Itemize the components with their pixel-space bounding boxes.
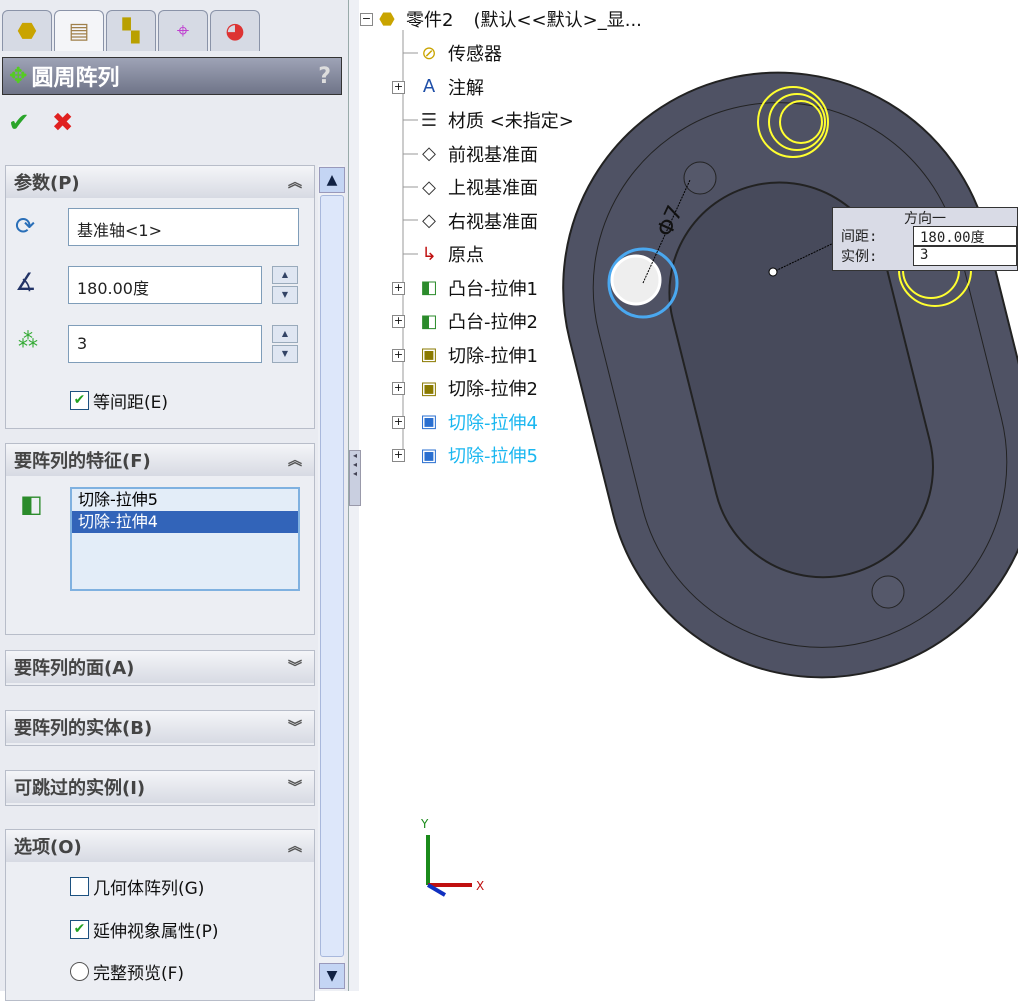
callout-spacing-value[interactable]: 180.00度 <box>913 226 1017 246</box>
tree-item-label: 注解 <box>448 77 484 99</box>
tree-item-label: 前视基准面 <box>448 144 538 166</box>
tree-item[interactable]: ☰ 材质 <未指定> <box>416 105 574 135</box>
material-icon: ☰ <box>420 109 438 131</box>
boss-extrude-icon: ◧ <box>420 310 438 332</box>
tree-item[interactable]: A 注解 <box>416 72 484 102</box>
tree-item-label: 切除-拉伸1 <box>448 345 538 367</box>
instances-label: 实例: <box>841 249 878 265</box>
triad-y-label: Y <box>420 817 429 831</box>
tree-root-config: (默认<<默认>_显... <box>473 10 642 31</box>
callout-instances-value[interactable]: 3 <box>913 246 1017 266</box>
tree-item-label: 传感器 <box>448 44 502 65</box>
tree-item[interactable]: ↳ 原点 <box>416 239 484 269</box>
cut-extrude-icon: ▣ <box>420 411 438 432</box>
tree-root[interactable]: ⬣ 零件2 (默认<<默认>_显... <box>374 4 642 34</box>
tree-item-label: 切除-拉伸2 <box>448 379 538 400</box>
tree-item-label: 切除-拉伸5 <box>448 446 538 467</box>
cut-extrude-icon: ▣ <box>420 344 438 365</box>
spacing-label: 间距: <box>841 229 878 245</box>
tree-item-label: 凸台-拉伸2 <box>448 312 538 333</box>
triad: Y X <box>420 817 484 897</box>
tree-item-label: 原点 <box>448 245 484 266</box>
expand-toggle[interactable]: + <box>392 415 405 429</box>
triad-x-label: X <box>476 879 484 893</box>
expand-toggle[interactable]: + <box>392 348 405 362</box>
expand-toggle[interactable]: + <box>392 281 405 295</box>
tree-item-label: 凸台-拉伸1 <box>448 278 538 300</box>
tree-root-label: 零件2 <box>406 10 454 31</box>
tree-item[interactable]: ◇ 前视基准面 <box>416 139 538 169</box>
part-model <box>562 71 1018 679</box>
tree-item[interactable]: ◧ 凸台-拉伸1 <box>416 273 538 303</box>
tree-item[interactable]: ⊘ 传感器 <box>416 38 502 68</box>
cut-extrude-icon: ▣ <box>420 377 438 399</box>
origin-icon: ↳ <box>421 243 437 265</box>
expand-toggle[interactable]: + <box>392 315 405 328</box>
tree-item-label: 切除-拉伸4 <box>448 412 538 434</box>
cut-extrude-icon: ▣ <box>420 444 438 466</box>
collapse-toggle[interactable]: − <box>360 13 373 26</box>
tree-item[interactable]: ◧ 凸台-拉伸2 <box>416 306 538 336</box>
annotation-icon: A <box>422 76 436 97</box>
expand-toggle[interactable]: + <box>392 449 405 462</box>
tree-item[interactable]: ▣ 切除-拉伸1 <box>416 340 538 370</box>
tree-item[interactable]: ◇ 右视基准面 <box>416 206 538 236</box>
plane-icon: ◇ <box>422 176 436 198</box>
boss-extrude-icon: ◧ <box>420 277 438 298</box>
tree-item-label: 右视基准面 <box>448 211 538 233</box>
tree-item[interactable]: ▣ 切除-拉伸5 <box>416 440 538 470</box>
callout-title: 方向一 <box>904 211 946 227</box>
part-icon: ⬣ <box>379 8 395 30</box>
tree-item-label: 上视基准面 <box>448 178 538 199</box>
plane-icon: ◇ <box>422 210 436 231</box>
tree-item[interactable]: ▣ 切除-拉伸2 <box>416 373 538 403</box>
expand-toggle[interactable]: + <box>392 80 405 94</box>
expand-toggle[interactable]: + <box>392 382 405 395</box>
pattern-callout: 方向一 间距: 180.00度 实例: 3 <box>832 207 1018 271</box>
tree-item[interactable]: ◇ 上视基准面 <box>416 172 538 202</box>
tree-lines <box>402 30 418 455</box>
sensor-icon: ⊘ <box>421 42 437 64</box>
tree-item[interactable]: ▣ 切除-拉伸4 <box>416 407 538 437</box>
tree-item-label: 材质 <未指定> <box>448 111 574 132</box>
plane-icon: ◇ <box>422 143 436 164</box>
